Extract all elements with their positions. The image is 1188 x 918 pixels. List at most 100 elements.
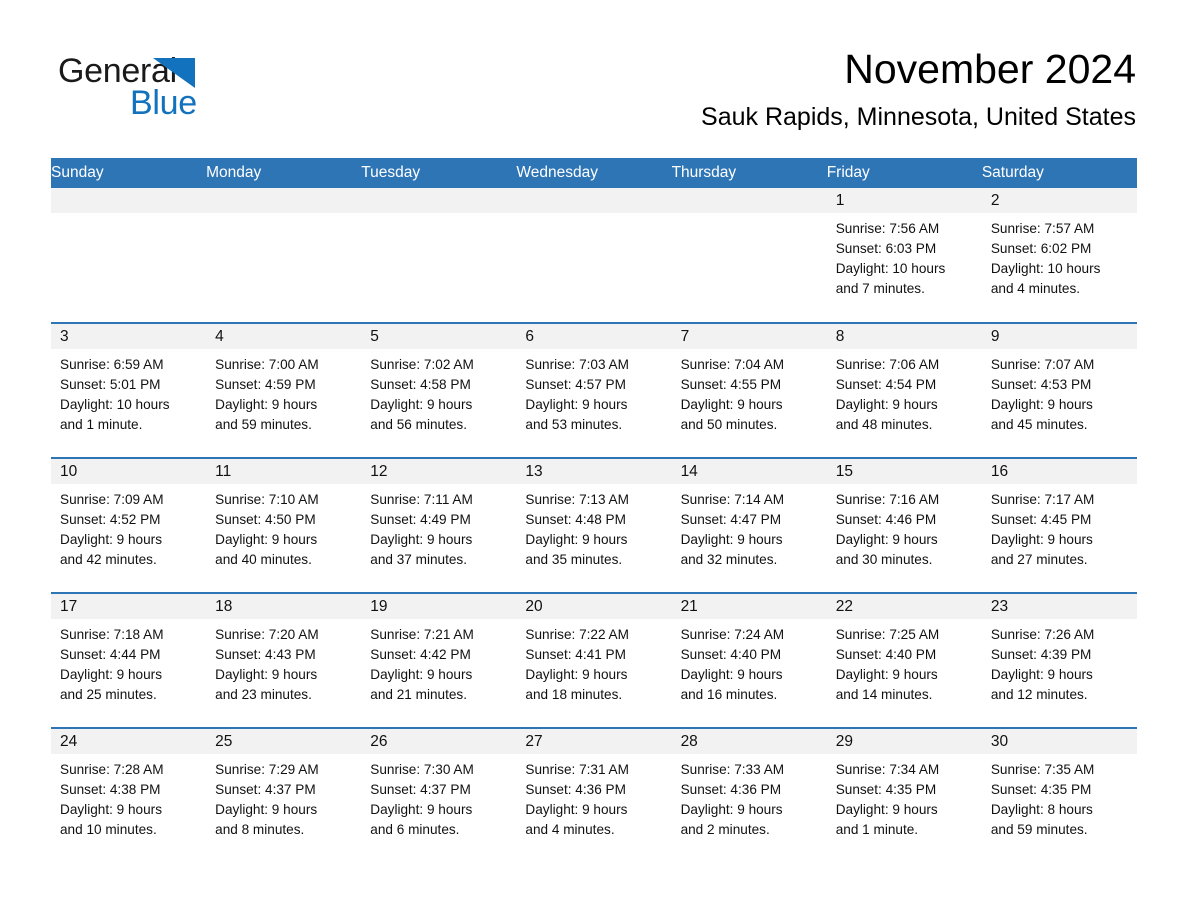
day-detail-line: Sunrise: 7:34 AM [835,762,940,777]
calendar-day-cell[interactable]: 8 Sunrise: 7:06 AM Sunset: 4:54 PM Daylight… [826,322,982,458]
calendar-day-cell[interactable]: 11 Sunrise: 7:10 AM Sunset: 4:50 PM Dayligh… [206,457,362,593]
calendar-day-cell[interactable]: 26 Sunrise: 7:30 AM Sunset: 4:37 PM Dayligh… [361,727,517,863]
calendar-day-cell[interactable]: 29 Sunrise: 7:34 AM Sunset: 4:35 PM Dayligh… [826,727,982,863]
calendar-day-cell[interactable]: 10 Sunrise: 7:09 AM Sunset: 4:52 PM Dayligh… [51,457,207,593]
day-details: Sunrise: 7:14 AM Sunset: 4:47 PM Daylight:… [672,484,827,570]
day-detail-line: Sunrise: 7:16 AM [835,492,940,507]
calendar-day-cell[interactable]: 12 Sunrise: 7:11 AM Sunset: 4:49 PM Dayligh… [361,457,517,593]
calendar-day-cell[interactable]: 5 Sunrise: 7:02 AM Sunset: 4:58 PM Daylight… [361,322,517,458]
day-details: Sunrise: 7:31 AM Sunset: 4:36 PM Daylight:… [516,754,671,840]
calendar-day-cell[interactable]: 22 Sunrise: 7:25 AM Sunset: 4:40 PM Dayligh… [826,592,982,728]
day-details: Sunrise: 7:11 AM Sunset: 4:49 PM Daylight:… [361,484,516,570]
day-number: 28 [671,729,827,754]
calendar-day-cell[interactable]: 19 Sunrise: 7:21 AM Sunset: 4:42 PM Dayligh… [361,592,517,728]
day-details: Sunrise: 7:25 AM Sunset: 4:40 PM Daylight:… [827,619,982,705]
day-number: 8 [826,324,982,349]
calendar-page: General Blue November 2024 Sauk Rapids, … [0,0,1188,918]
day-cell-inner: 13 Sunrise: 7:13 AM Sunset: 4:48 PM Dayligh… [516,459,672,592]
calendar-day-cell[interactable]: 23 Sunrise: 7:26 AM Sunset: 4:39 PM Dayligh… [981,592,1137,728]
day-detail-line: Sunrise: 7:26 AM [990,627,1095,642]
calendar-week-row: 1 Sunrise: 7:56 AM Sunset: 6:03 PM Daylight… [51,188,1137,323]
day-detail-line: Sunset: 4:38 PM [60,782,161,797]
day-cell-inner: 25 Sunrise: 7:29 AM Sunset: 4:37 PM Dayligh… [206,729,362,863]
day-cell-inner [671,188,827,322]
day-detail-line: Daylight: 9 hours [60,667,163,682]
calendar-day-cell[interactable]: 13 Sunrise: 7:13 AM Sunset: 4:48 PM Dayligh… [516,457,672,593]
day-detail-line: and 18 minutes. [525,687,623,702]
day-number: 4 [206,324,362,349]
calendar-day-cell[interactable]: 27 Sunrise: 7:31 AM Sunset: 4:36 PM Dayligh… [516,727,672,863]
calendar-day-cell[interactable]: 1 Sunrise: 7:56 AM Sunset: 6:03 PM Daylight… [826,188,982,323]
calendar-day-cell-empty [206,188,362,323]
day-cell-inner: 1 Sunrise: 7:56 AM Sunset: 6:03 PM Daylight… [826,188,982,322]
day-detail-line: and 12 minutes. [990,687,1088,702]
day-cell-inner: 27 Sunrise: 7:31 AM Sunset: 4:36 PM Dayligh… [516,729,672,863]
calendar-day-cell[interactable]: 9 Sunrise: 7:07 AM Sunset: 4:53 PM Daylight… [981,322,1137,458]
day-detail-line: Sunset: 4:41 PM [525,647,626,662]
day-detail-line: Daylight: 9 hours [835,802,938,817]
day-cell-inner: 21 Sunrise: 7:24 AM Sunset: 4:40 PM Dayligh… [671,594,827,727]
day-detail-line: Sunset: 4:42 PM [370,647,471,662]
day-detail-line: Sunrise: 7:17 AM [990,492,1095,507]
day-number: 16 [981,459,1137,484]
day-detail-line: Daylight: 9 hours [370,667,473,682]
day-number: 11 [206,459,362,484]
calendar-day-cell[interactable]: 24 Sunrise: 7:28 AM Sunset: 4:38 PM Dayligh… [51,727,207,863]
day-number: 26 [361,729,517,754]
day-cell-inner: 8 Sunrise: 7:06 AM Sunset: 4:54 PM Daylight… [826,324,982,457]
calendar-day-cell[interactable]: 20 Sunrise: 7:22 AM Sunset: 4:41 PM Dayligh… [516,592,672,728]
day-details [361,213,516,219]
day-detail-line: Sunset: 4:52 PM [60,512,161,527]
day-detail-line: and 48 minutes. [835,417,933,432]
calendar-day-cell[interactable]: 17 Sunrise: 7:18 AM Sunset: 4:44 PM Dayligh… [51,592,207,728]
calendar-day-cell[interactable]: 18 Sunrise: 7:20 AM Sunset: 4:43 PM Dayligh… [206,592,362,728]
day-details: Sunrise: 7:13 AM Sunset: 4:48 PM Daylight:… [516,484,671,570]
day-detail-line: Sunrise: 7:03 AM [525,357,629,372]
day-detail-line: Sunrise: 7:31 AM [525,762,629,777]
calendar-day-cell[interactable]: 25 Sunrise: 7:29 AM Sunset: 4:37 PM Dayligh… [206,727,362,863]
day-cell-inner [51,188,207,322]
day-detail-line: Sunrise: 7:29 AM [215,762,319,777]
calendar-day-cell[interactable]: 2 Sunrise: 7:57 AM Sunset: 6:02 PM Daylight… [981,188,1137,323]
day-number: 19 [361,594,517,619]
day-cell-inner: 5 Sunrise: 7:02 AM Sunset: 4:58 PM Daylight… [361,324,517,457]
day-number: 7 [671,324,827,349]
day-number [361,188,517,213]
calendar-day-cell-empty [516,188,672,323]
day-detail-line: Daylight: 9 hours [525,397,628,412]
calendar-day-cell[interactable]: 6 Sunrise: 7:03 AM Sunset: 4:57 PM Daylight… [516,322,672,458]
calendar-day-cell[interactable]: 7 Sunrise: 7:04 AM Sunset: 4:55 PM Daylight… [671,322,827,458]
day-number: 9 [981,324,1137,349]
calendar-day-cell[interactable]: 30 Sunrise: 7:35 AM Sunset: 4:35 PM Dayligh… [981,727,1137,863]
day-detail-line: and 40 minutes. [215,552,312,567]
day-details: Sunrise: 7:34 AM Sunset: 4:35 PM Daylight:… [827,754,982,840]
day-detail-line: Sunrise: 7:02 AM [370,357,474,372]
day-detail-line: and 50 minutes. [680,417,778,432]
calendar-week-row: 24 Sunrise: 7:28 AM Sunset: 4:38 PM Dayligh… [51,727,1137,863]
day-detail-line: Sunrise: 7:28 AM [60,762,164,777]
day-detail-line: and 25 minutes. [60,687,157,702]
day-detail-line: and 4 minutes. [990,281,1081,296]
calendar-day-cell[interactable]: 16 Sunrise: 7:17 AM Sunset: 4:45 PM Dayligh… [981,457,1137,593]
calendar-day-cell[interactable]: 4 Sunrise: 7:00 AM Sunset: 4:59 PM Daylight… [206,322,362,458]
day-cell-inner: 6 Sunrise: 7:03 AM Sunset: 4:57 PM Daylight… [516,324,672,457]
day-number: 6 [516,324,672,349]
day-details: Sunrise: 7:56 AM Sunset: 6:03 PM Daylight:… [827,213,982,299]
day-cell-inner: 7 Sunrise: 7:04 AM Sunset: 4:55 PM Daylight… [671,324,827,457]
day-details: Sunrise: 7:16 AM Sunset: 4:46 PM Daylight:… [827,484,982,570]
day-details: Sunrise: 7:33 AM Sunset: 4:36 PM Daylight:… [672,754,827,840]
calendar-day-cell[interactable]: 15 Sunrise: 7:16 AM Sunset: 4:46 PM Dayligh… [826,457,982,593]
day-details: Sunrise: 7:28 AM Sunset: 4:38 PM Daylight:… [51,754,206,840]
day-detail-line: and 16 minutes. [680,687,778,702]
brand-logo[interactable]: General Blue [58,52,308,122]
calendar-day-cell[interactable]: 14 Sunrise: 7:14 AM Sunset: 4:47 PM Dayligh… [671,457,827,593]
day-detail-line: Sunrise: 7:20 AM [215,627,319,642]
day-detail-line: Sunset: 4:39 PM [990,647,1092,662]
calendar-day-cell[interactable]: 28 Sunrise: 7:33 AM Sunset: 4:36 PM Dayligh… [671,727,827,863]
day-detail-line: and 21 minutes. [370,687,468,702]
day-cell-inner: 9 Sunrise: 7:07 AM Sunset: 4:53 PM Daylight… [981,324,1137,457]
day-detail-line: and 35 minutes. [525,552,623,567]
day-detail-line: Daylight: 9 hours [215,667,318,682]
calendar-day-cell[interactable]: 3 Sunrise: 6:59 AM Sunset: 5:01 PM Daylight… [51,322,207,458]
calendar-day-cell[interactable]: 21 Sunrise: 7:24 AM Sunset: 4:40 PM Dayligh… [671,592,827,728]
